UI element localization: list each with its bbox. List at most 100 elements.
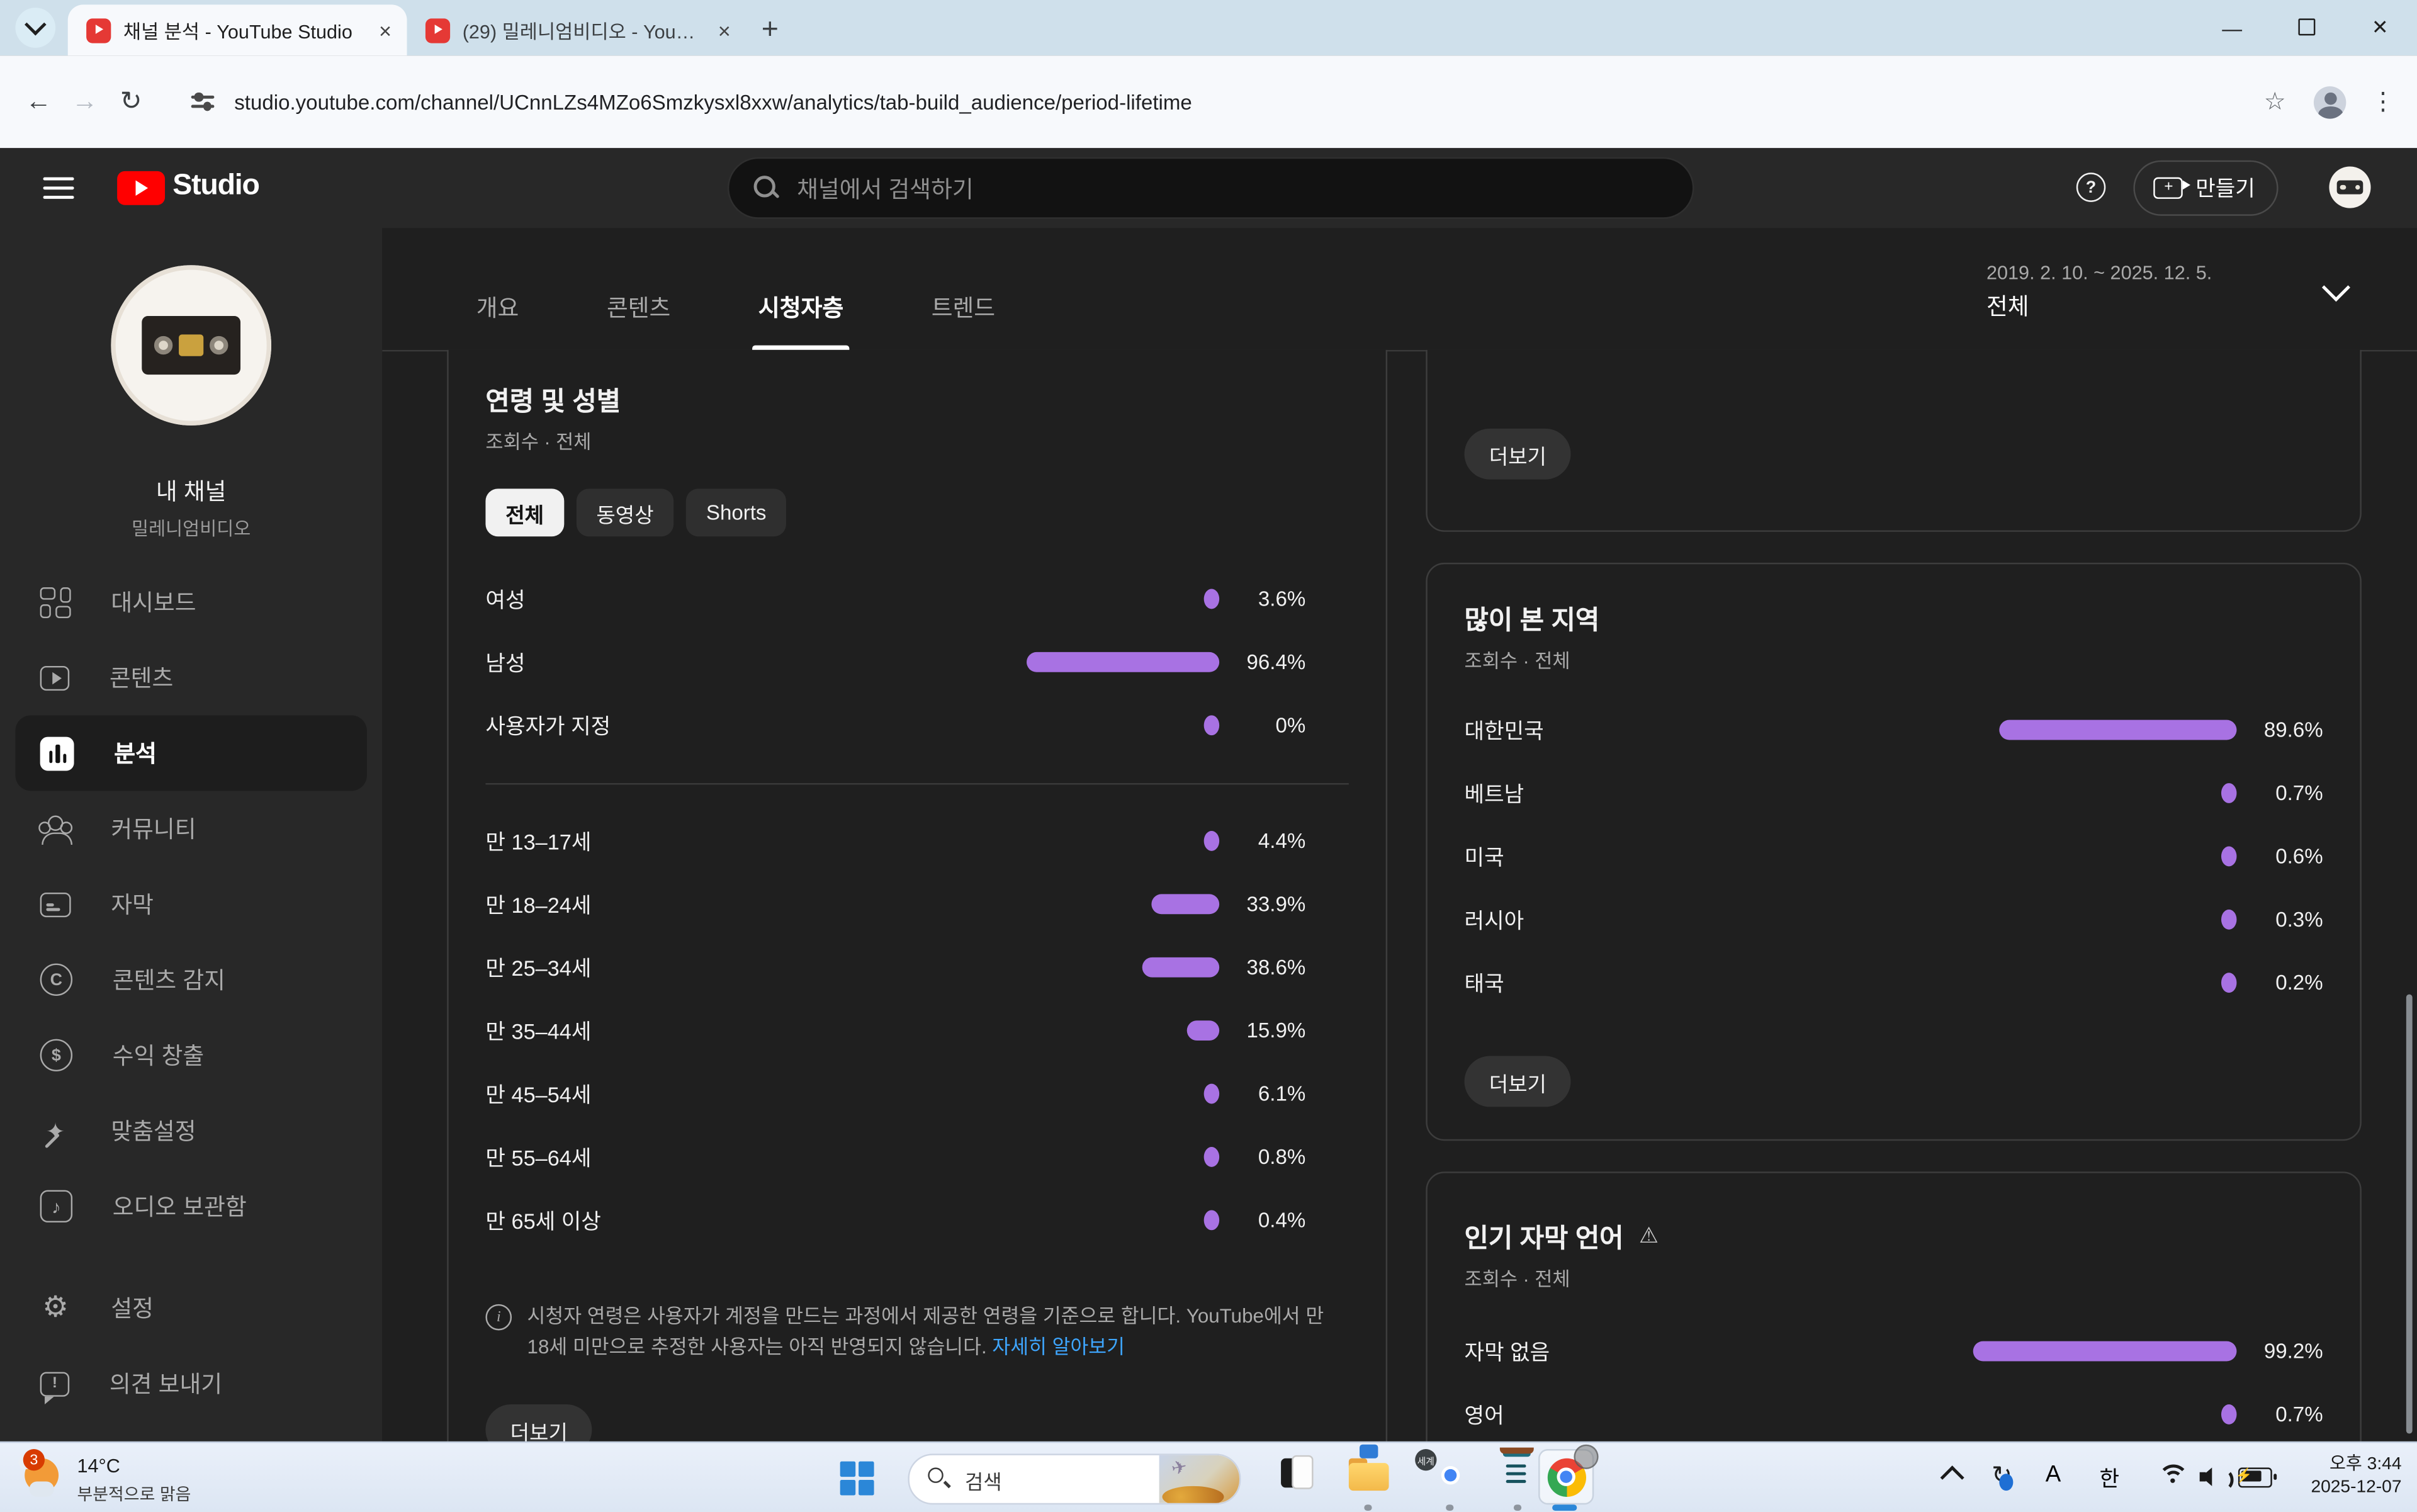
sidebar-item-audio-library[interactable]: ♪오디오 보관함 [0,1168,382,1244]
stat-label: 미국 [1465,841,1972,872]
sidebar-item-analytics[interactable]: 분석 [15,715,366,791]
hamburger-menu-icon[interactable] [43,178,74,199]
account-avatar[interactable] [2329,166,2370,208]
warning-icon[interactable]: ⚠ [1639,1222,1659,1249]
stat-value: 3.6% [1219,587,1305,611]
create-button[interactable]: + 만들기 [2134,161,2278,216]
new-tab-button[interactable]: + [762,15,779,45]
youtube-favicon-icon [86,18,111,42]
tab-search-button[interactable] [15,8,55,48]
stat-row: 베트남0.7% [1465,762,2323,825]
sidebar-item-subtitles[interactable]: 자막 [0,866,382,942]
more-button[interactable]: 더보기 [485,1404,592,1441]
stat-label: 남성 [485,646,1018,677]
tab-close-icon[interactable]: × [718,18,731,42]
profile-avatar[interactable] [2314,86,2346,118]
bar [1026,652,1219,672]
battery-icon[interactable]: ⚡ [2238,1467,2272,1487]
channel-avatar[interactable] [111,265,271,426]
sidebar-item-copyright[interactable]: C 콘텐츠 감지 [0,942,382,1017]
running-indicator [1514,1504,1521,1511]
close-button[interactable]: ✕ [2343,15,2417,40]
stat-label: 자막 없음 [1465,1336,1972,1367]
wifi-icon[interactable] [2158,1465,2189,1489]
minimize-button[interactable]: — [2195,16,2269,40]
start-button[interactable] [840,1462,874,1496]
analytics-tab[interactable]: 트렌드 [925,291,1001,350]
sidebar-item-content[interactable]: 콘텐츠 [0,640,382,715]
analytics-content: 개요 콘텐츠 시청자층 트렌드 2019. 2. 10. ~ 2025. 12. 5.… [382,228,2417,1441]
stat-label: 만 45–54세 [485,1078,1018,1109]
back-button[interactable]: ← [15,86,61,117]
sidebar-item-feedback[interactable]: !의견 보내기 [0,1346,382,1421]
tab-close-icon[interactable]: × [379,18,392,42]
browser-tab[interactable]: (29) 밀레니엄비디오 - YouTube × [407,4,747,55]
sidebar-item-dashboard[interactable]: 대시보드 [0,564,382,640]
help-icon[interactable]: ? [2076,172,2106,202]
browser-tab[interactable]: 채널 분석 - YouTube Studio× [68,4,407,55]
filter-chip[interactable]: 전체 [485,488,564,536]
tray-chevron-up-icon[interactable] [1941,1465,1964,1489]
studio-header: Studio 채널에서 검색하기 ? + 만들기 [0,148,2417,228]
ime-korean-indicator[interactable]: 한 [2100,1463,2120,1494]
address-bar[interactable]: studio.youtube.com/channel/UCnnLZs4MZo6S… [169,90,2263,113]
youtube-logo-icon[interactable] [117,171,165,205]
search-icon [754,176,779,200]
bookmark-star-icon[interactable]: ☆ [2264,86,2286,117]
stat-row: 사용자가 지정0% [485,694,1348,757]
sidebar-item-label: 콘텐츠 감지 [113,964,225,996]
taskbar-search-box[interactable]: 검색 [908,1453,1241,1504]
age-stats: 만 13–17세4.4%만 18–24세33.9%만 25–34세38.6%만 … [485,810,1348,1252]
stat-row: 만 45–54세6.1% [485,1062,1348,1125]
dashboard-icon [40,587,71,618]
sidebar-item-monetization[interactable]: $ 수익 창출 [0,1017,382,1093]
chrome-active-button[interactable] [1538,1449,1594,1504]
date-range-picker[interactable]: 2019. 2. 10. ~ 2025. 12. 5. 전체 [1986,262,2212,322]
filter-chip[interactable]: 동영상 [577,488,674,536]
sync-tray-icon[interactable]: ↻ [1992,1460,2012,1491]
analytics-tab[interactable]: 콘텐츠 [600,291,677,350]
tab-title: (29) 밀레니엄비디오 - YouTube [463,15,706,45]
stat-value: 96.4% [1219,650,1305,674]
active-indicator [1552,1504,1577,1511]
stat-row: 자막 없음99.2% [1465,1319,2323,1382]
maximize-button[interactable] [2269,16,2343,40]
bar [1151,894,1219,914]
copyright-icon: C [40,964,72,996]
more-button[interactable]: 더보기 [1465,1056,1572,1107]
analytics-tab[interactable]: 개요 [470,291,525,350]
bar [1204,1147,1219,1167]
learn-more-link[interactable]: 자세히 알아보기 [992,1335,1125,1358]
scrollbar-thumb[interactable] [2406,995,2413,1434]
site-info-icon[interactable] [191,93,216,111]
stat-row: 만 18–24세33.9% [485,872,1348,935]
stat-value: 0.8% [1219,1146,1305,1169]
url-text[interactable]: studio.youtube.com/channel/UCnnLZs4MZo6S… [234,90,1192,113]
analytics-tab[interactable]: 시청자층 [752,291,850,350]
bar [1142,957,1219,978]
sidebar-item-label: 수익 창출 [113,1039,204,1071]
stat-value: 89.6% [2236,718,2323,742]
ime-latin-indicator[interactable]: A [2046,1462,2061,1488]
stat-label: 만 35–44세 [485,1015,1018,1046]
taskbar-clock[interactable]: 오후 3:44 2025-12-07 [2311,1453,2401,1499]
monetization-icon: $ [40,1039,72,1071]
forward-button[interactable]: → [62,86,108,117]
more-button[interactable]: 더보기 [1465,429,1572,480]
sidebar-item-settings[interactable]: ⚙설정 [0,1270,382,1346]
studio-search-box[interactable]: 채널에서 검색하기 [728,157,1694,219]
chevron-down-icon[interactable] [2322,273,2350,302]
sidebar-item-customization[interactable]: ✦맞춤설정 [0,1093,382,1168]
bar-track [1019,1020,1219,1041]
sidebar-item-community[interactable]: 커뮤니티 [0,791,382,866]
browser-menu-icon[interactable]: ⋮ [2371,86,2396,117]
stat-value: 0.2% [2236,971,2323,995]
studio-brand[interactable]: Studio [172,169,259,203]
filter-chip[interactable]: Shorts [686,488,786,536]
analytics-tab-bar: 개요 콘텐츠 시청자층 트렌드 2019. 2. 10. ~ 2025. 12. 5.… [382,228,2417,351]
speaker-icon[interactable] [2200,1466,2228,1487]
reload-button[interactable]: ↻ [108,86,154,117]
bar-track [1971,783,2236,803]
taskbar-weather-widget[interactable]: 3 14°C 부분적으로 맑음 [15,1452,191,1506]
stat-value: 33.9% [1219,893,1305,916]
